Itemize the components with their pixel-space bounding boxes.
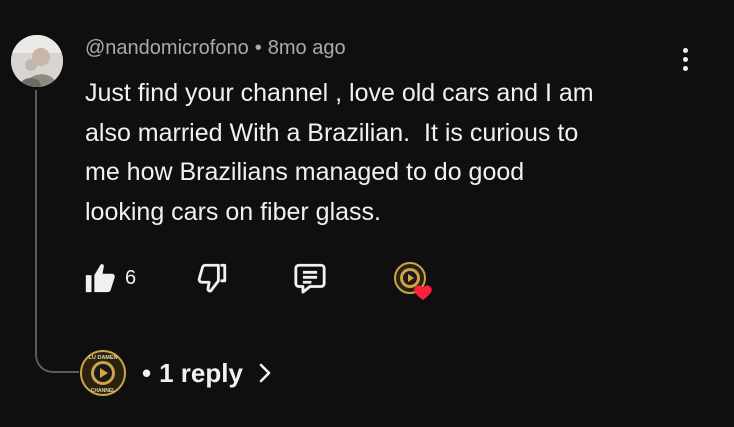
comment-text: Just find your channel , love old cars a… <box>85 79 594 226</box>
dislike-button[interactable] <box>195 261 229 300</box>
more-dot-icon <box>682 47 688 53</box>
channel-logo-icon: LU DAMEN CHANNEL <box>80 350 126 396</box>
view-replies-button[interactable]: LU DAMEN CHANNEL • 1 reply <box>80 350 273 396</box>
header-separator: • <box>254 37 262 59</box>
commenter-avatar[interactable] <box>11 35 63 87</box>
creator-heart-badge[interactable] <box>390 260 438 302</box>
more-actions-button[interactable] <box>673 42 697 76</box>
thumbs-down-icon <box>197 263 227 293</box>
channel-logo-text-top: LU DAMEN <box>88 355 117 361</box>
more-dot-icon <box>682 56 688 62</box>
replies-separator: • <box>142 357 152 388</box>
thumbs-up-icon <box>85 264 115 293</box>
reply-count-label: 1 reply <box>159 357 243 388</box>
comment-author[interactable]: @nandomicrofono <box>85 37 249 59</box>
comment-header: @nandomicrofono • 8mo ago <box>85 37 346 60</box>
reply-comment-icon <box>294 263 326 294</box>
reply-thread-line <box>35 90 79 373</box>
creator-heart-icon <box>394 262 432 300</box>
chevron-right-icon <box>257 361 273 385</box>
more-dot-icon <box>682 65 688 71</box>
comment-time[interactable]: 8mo ago <box>268 37 346 59</box>
like-count: 6 <box>125 266 137 289</box>
avatar-photo <box>11 35 63 87</box>
like-button[interactable]: 6 <box>83 258 136 298</box>
reply-button[interactable] <box>293 261 327 300</box>
channel-logo-text-bottom: CHANNEL <box>91 388 115 394</box>
